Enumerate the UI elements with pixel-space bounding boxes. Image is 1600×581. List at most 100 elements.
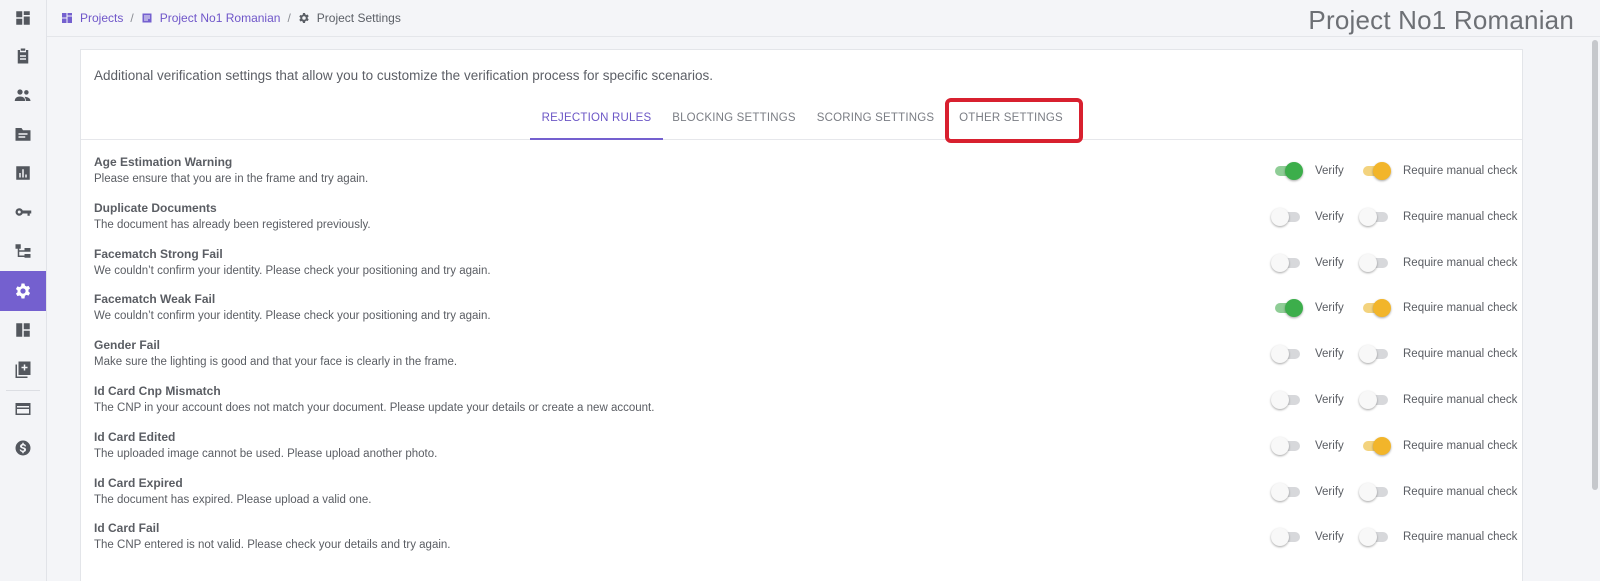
card-description: Additional verification settings that al… <box>94 68 714 83</box>
folder-icon <box>15 128 31 141</box>
sidebar-item-dashboard[interactable] <box>0 0 46 38</box>
manual-check-toggle[interactable] <box>1359 436 1391 455</box>
key-icon <box>15 208 32 216</box>
tab-bar: REJECTION RULES BLOCKING SETTINGS SCORIN… <box>81 98 1522 143</box>
breadcrumb-separator: / <box>130 11 134 25</box>
manual-check-toggle[interactable] <box>1359 345 1391 364</box>
verify-toggle[interactable] <box>1271 390 1303 409</box>
manual-check-label: Require manual check <box>1403 531 1518 544</box>
sidebar-item-users[interactable] <box>0 75 46 115</box>
rule-description: Please ensure that you are in the frame … <box>94 173 369 185</box>
manual-check-control: Require manual check <box>1359 253 1518 272</box>
manual-check-toggle[interactable] <box>1359 253 1391 272</box>
manual-check-toggle[interactable] <box>1359 528 1391 547</box>
manual-check-toggle[interactable] <box>1359 162 1391 180</box>
rule-title: Gender Fail <box>94 338 161 353</box>
page-title: Project No1 Romanian <box>1308 5 1574 35</box>
sidebar-item-layout[interactable] <box>0 310 46 350</box>
scrollbar[interactable] <box>1592 40 1598 490</box>
sidebar-item-settings[interactable] <box>0 271 46 311</box>
users-icon <box>14 89 31 101</box>
manual-check-control: Require manual check <box>1359 299 1518 318</box>
manual-check-label: Require manual check <box>1403 302 1518 315</box>
manual-check-toggle[interactable] <box>1359 207 1391 226</box>
sidebar-item-workflows[interactable] <box>0 231 46 271</box>
breadcrumb-separator: / <box>287 11 291 25</box>
rule-description: The document has expired. Please upload … <box>94 493 372 506</box>
breadcrumb-project-label: Project No1 Romanian <box>159 11 281 25</box>
verify-toggle[interactable] <box>1271 482 1303 501</box>
settings-icon <box>299 13 309 23</box>
verify-control: Verify <box>1271 482 1344 501</box>
manual-check-control: Require manual check <box>1359 528 1518 547</box>
verify-label: Verify <box>1315 165 1344 177</box>
dashboard-icon <box>16 11 30 25</box>
highlight-box <box>945 98 1083 143</box>
verify-toggle[interactable] <box>1271 207 1303 226</box>
verify-toggle[interactable] <box>1271 162 1303 180</box>
dollar-icon <box>15 440 31 456</box>
list-icon <box>142 13 152 23</box>
verify-control: Verify <box>1271 390 1344 409</box>
rule-title: Id Card Expired <box>94 475 183 490</box>
rule-description: The CNP in your account does not match y… <box>94 401 655 414</box>
rule-row: Duplicate Documents The document has alre… <box>81 199 1522 245</box>
bar-chart-icon <box>16 166 30 180</box>
verify-label: Verify <box>1315 210 1344 223</box>
manual-check-label: Require manual check <box>1403 256 1518 269</box>
verify-label: Verify <box>1315 256 1344 269</box>
sidebar-item-documents[interactable] <box>0 114 46 154</box>
manual-check-toggle[interactable] <box>1359 482 1391 501</box>
verify-control: Verify <box>1271 253 1344 272</box>
rule-row: Gender Fail Make sure the lighting is goo… <box>81 336 1522 382</box>
sidebar-item-pricing[interactable] <box>0 428 46 468</box>
rule-description: The CNP entered is not valid. Please che… <box>94 539 451 552</box>
tab-blocking-settings[interactable]: BLOCKING SETTINGS <box>669 102 799 140</box>
breadcrumb: Projects / Project No1 Romanian / Projec… <box>61 11 401 25</box>
verify-toggle[interactable] <box>1271 299 1303 318</box>
sidebar-item-reports[interactable] <box>0 153 46 193</box>
verify-control: Verify <box>1271 528 1344 547</box>
verify-label: Verify <box>1315 348 1344 361</box>
credit-card-icon <box>15 403 31 415</box>
rule-description: Make sure the lighting is good and that … <box>94 356 458 369</box>
rule-description: The document has already been registered… <box>94 218 371 231</box>
rule-title: Id Card Cnp Mismatch <box>94 383 221 398</box>
manual-check-control: Require manual check <box>1359 162 1517 180</box>
manual-check-label: Require manual check <box>1403 393 1518 406</box>
manual-check-toggle[interactable] <box>1359 299 1391 318</box>
sidebar-item-tasks[interactable] <box>0 36 46 76</box>
tab-scoring-settings[interactable]: SCORING SETTINGS <box>814 102 937 140</box>
breadcrumb-project[interactable]: Project No1 Romanian <box>141 11 281 25</box>
verify-toggle[interactable] <box>1271 436 1303 455</box>
verify-toggle[interactable] <box>1271 253 1303 272</box>
rule-title: Duplicate Documents <box>94 200 217 215</box>
rule-row: Id Card Cnp Mismatch The CNP in your acco… <box>81 382 1522 428</box>
manual-check-label: Require manual check <box>1403 165 1518 177</box>
sidebar-item-new-report[interactable] <box>0 349 46 389</box>
manual-check-control: Require manual check <box>1359 207 1517 226</box>
rule-title: Age Estimation Warning <box>94 155 233 169</box>
rule-title: Facematch Weak Fail <box>94 292 216 307</box>
tab-rejection-rules[interactable]: REJECTION RULES <box>530 102 663 140</box>
sidebar-item-billing[interactable] <box>0 389 46 429</box>
manual-check-toggle[interactable] <box>1359 390 1391 409</box>
rule-description: We couldn’t confirm your identity. Pleas… <box>94 264 491 277</box>
rule-row: Facematch Weak Fail We couldn’t confirm y… <box>81 290 1522 336</box>
manual-check-control: Require manual check <box>1359 345 1518 364</box>
verify-label: Verify <box>1315 393 1344 406</box>
verify-label: Verify <box>1315 485 1344 498</box>
verify-control: Verify <box>1271 299 1344 318</box>
verify-label: Verify <box>1315 531 1344 544</box>
verify-toggle[interactable] <box>1271 345 1303 364</box>
rule-title: Facematch Strong Fail <box>94 246 223 261</box>
breadcrumb-current: Project Settings <box>298 11 401 25</box>
manual-check-control: Require manual check <box>1359 482 1517 501</box>
verify-toggle[interactable] <box>1271 528 1303 547</box>
rule-row: Facematch Strong Fail We couldn’t confirm… <box>81 245 1522 291</box>
breadcrumb-projects[interactable]: Projects <box>61 11 123 25</box>
rule-row: Id Card Expired The document has expired.… <box>81 474 1522 520</box>
verify-label: Verify <box>1315 302 1344 315</box>
manual-check-label: Require manual check <box>1403 348 1518 361</box>
sidebar-item-api-keys[interactable] <box>0 192 46 232</box>
